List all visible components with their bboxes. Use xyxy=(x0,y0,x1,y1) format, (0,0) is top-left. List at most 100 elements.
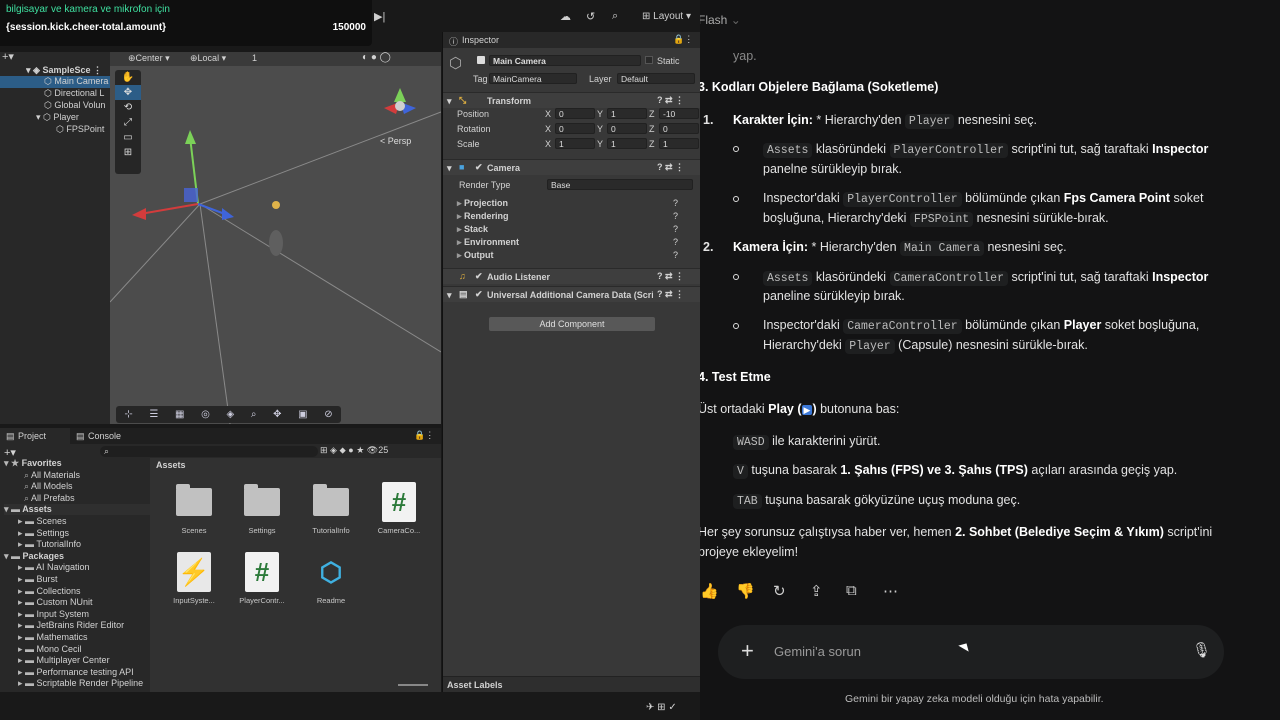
tool-1-icon[interactable]: ⊹ xyxy=(124,409,132,420)
help-icon[interactable]: ? xyxy=(673,250,678,260)
microphone-icon[interactable]: 🎙 xyxy=(1192,641,1211,659)
project-search-input[interactable]: ⌕ xyxy=(100,446,318,457)
scale-x-field[interactable]: 1 xyxy=(555,138,595,149)
lock-icon[interactable]: 🔒⋮ xyxy=(673,34,693,45)
tool-5-icon[interactable]: ◈ xyxy=(227,409,235,420)
add-icon[interactable]: +▾ xyxy=(2,50,14,63)
prompt-box[interactable]: + Gemini'a sorun 🎙 xyxy=(718,625,1224,679)
transform-tool-icon[interactable]: ⊞ xyxy=(115,145,141,160)
hierarchy-item-player[interactable]: ▾ ⬡ Player xyxy=(36,112,110,124)
prompt-input[interactable]: Gemini'a sorun xyxy=(774,644,861,659)
help-icon[interactable]: ? xyxy=(673,224,678,234)
rotation-z-field[interactable]: 0 xyxy=(659,123,699,134)
step-icon[interactable]: ▶| xyxy=(374,10,385,23)
rotation-x-field[interactable]: 0 xyxy=(555,123,595,134)
shading-icon[interactable]: ◐ ● ◯ xyxy=(362,52,391,63)
camera-section-stack[interactable]: ▸ Stack xyxy=(457,224,488,235)
tool-2-icon[interactable]: ☰ xyxy=(149,409,158,420)
cloud-icon[interactable]: ☁ xyxy=(560,10,571,23)
asset-folder[interactable]: Scenes xyxy=(162,484,226,535)
hierarchy-item-main-camera[interactable]: ⬡ Main Camera xyxy=(0,76,110,88)
inspector-tab[interactable]: ⓘ Inspector 🔒⋮ xyxy=(443,32,700,48)
scale-tool-icon[interactable]: ⤢ xyxy=(115,115,141,130)
rect-tool-icon[interactable]: ▭ xyxy=(115,130,141,145)
filter-icons[interactable]: ⊞ ◈ ⬥ ● ★ 👁25 xyxy=(320,445,388,456)
tree-item[interactable]: ▸ ▬ Settings xyxy=(18,528,69,539)
camera-section-rendering[interactable]: ▸ Rendering xyxy=(457,211,509,222)
position-x-field[interactable]: 0 xyxy=(555,108,595,119)
scale-z-field[interactable]: 1 xyxy=(659,138,699,149)
asset-script[interactable]: # CameraCo... xyxy=(367,482,431,535)
position-z-field[interactable]: -10 xyxy=(659,108,699,119)
layer-dropdown[interactable]: Default xyxy=(617,73,695,84)
active-checkbox[interactable] xyxy=(477,56,485,64)
tree-item[interactable]: ▸ ▬ Custom NUnit xyxy=(18,597,93,608)
zoom-slider[interactable] xyxy=(398,684,428,686)
camera-section-environment[interactable]: ▸ Environment xyxy=(457,237,519,248)
tool-4-icon[interactable]: ◎ xyxy=(201,409,210,420)
tool-3-icon[interactable]: ▦ xyxy=(175,409,184,420)
search-icon[interactable]: ⌕ xyxy=(612,10,618,23)
transform-header[interactable]: ▾ ⤡ Transform ? ⇄ ⋮ xyxy=(443,92,700,108)
space-dropdown[interactable]: ⊕Local ▾ xyxy=(190,53,226,64)
tree-item[interactable]: ▾ ★ Favorites xyxy=(4,458,150,469)
camera-header[interactable]: ▾ ■ ✔ Camera ? ⇄ ⋮ xyxy=(443,159,700,175)
tree-item[interactable]: ▸ ▬ TutorialInfo xyxy=(18,539,81,550)
urp-camera-data-header[interactable]: ▾ ▤ ✔ Universal Additional Camera Data (S… xyxy=(443,286,700,302)
camera-section-projection[interactable]: ▸ Projection xyxy=(457,198,508,209)
tool-6-icon[interactable]: ⌕ xyxy=(251,409,257,420)
tree-item[interactable]: ▸ ▬ Mathematics xyxy=(18,632,88,643)
tree-item[interactable]: ▸ ▬ Performance testing API xyxy=(18,667,134,678)
tree-item[interactable]: ▸ ▬ Mono Cecil xyxy=(18,644,82,655)
asset-folder[interactable]: TutorialInfo xyxy=(299,484,363,535)
scene-view[interactable]: < Persp xyxy=(110,52,441,424)
thumbs-up-icon[interactable]: 👍 xyxy=(700,582,719,600)
render-type-dropdown[interactable]: Base xyxy=(547,179,693,190)
tool-9-icon[interactable]: ⊘ xyxy=(324,409,332,420)
tree-item[interactable]: ▸ ▬ Collections xyxy=(18,586,81,597)
help-icon[interactable]: ? xyxy=(673,198,678,208)
grid-size[interactable]: 1 xyxy=(252,53,257,63)
camera-enabled-checkbox[interactable]: ✔ xyxy=(475,162,483,173)
asset-labels[interactable]: Asset Labels xyxy=(447,680,503,690)
asset-readme[interactable]: ⬡ Readme xyxy=(299,552,363,605)
add-component-button[interactable]: Add Component xyxy=(489,317,655,331)
asset-folder[interactable]: Settings xyxy=(230,484,294,535)
tree-item[interactable]: ▸ ▬ Multiplayer Center xyxy=(18,655,110,666)
lock-icon[interactable]: 🔒⋮ xyxy=(414,430,434,441)
tree-item[interactable]: ▸ ▬ Scenes xyxy=(18,516,67,527)
tree-item[interactable]: ▸ ▬ Input System xyxy=(18,609,89,620)
position-y-field[interactable]: 1 xyxy=(607,108,647,119)
tab-console[interactable]: ▤ Console xyxy=(74,428,144,444)
tree-item[interactable]: ▸ ▬ Scriptable Render Pipeline xyxy=(18,678,143,689)
tree-item[interactable]: ⌕ All Prefabs xyxy=(24,493,75,504)
camera-section-output[interactable]: ▸ Output xyxy=(457,250,494,261)
tool-8-icon[interactable]: ▣ xyxy=(298,409,307,420)
help-icon[interactable]: ? xyxy=(673,237,678,247)
scale-y-field[interactable]: 1 xyxy=(607,138,647,149)
rotation-y-field[interactable]: 0 xyxy=(607,123,647,134)
model-selector[interactable]: Flash ⌄ xyxy=(700,11,741,29)
asset-inputsystem[interactable]: ⚡ InputSyste... xyxy=(162,552,226,605)
move-tool-icon[interactable]: ✥ xyxy=(115,85,141,100)
history-icon[interactable]: ↺ xyxy=(586,10,595,23)
regenerate-icon[interactable]: ↻ xyxy=(773,582,786,600)
tab-project[interactable]: ▤ Project xyxy=(0,428,70,444)
tool-7-icon[interactable]: ✥ xyxy=(273,409,281,420)
share-icon[interactable]: ⇪ xyxy=(810,582,823,600)
tree-item[interactable]: ⌕ All Materials xyxy=(24,470,80,481)
tree-item[interactable]: ⌕ All Models xyxy=(24,481,73,492)
component-menu-icon[interactable]: ? ⇄ ⋮ xyxy=(657,95,684,106)
rotate-tool-icon[interactable]: ⟲ xyxy=(115,100,141,115)
tree-item[interactable]: ▸ ▬ Burst xyxy=(18,574,58,585)
status-icons[interactable]: ✈ ⊞ ✓ xyxy=(646,702,677,713)
tree-item[interactable]: ▸ ▬ JetBrains Rider Editor xyxy=(18,620,124,631)
more-icon[interactable]: ⋯ xyxy=(883,582,898,600)
hierarchy-item-fpspoint[interactable]: ⬡ FPSPoint xyxy=(56,124,110,136)
hierarchy-item-global-volume[interactable]: ⬡ Global Volun xyxy=(44,100,110,112)
persp-label[interactable]: < Persp xyxy=(380,136,411,146)
help-icon[interactable]: ? xyxy=(673,211,678,221)
copy-icon[interactable]: ⧉ xyxy=(846,582,857,599)
hand-tool-icon[interactable]: ✋ xyxy=(115,70,141,85)
add-icon[interactable]: + xyxy=(741,638,754,664)
